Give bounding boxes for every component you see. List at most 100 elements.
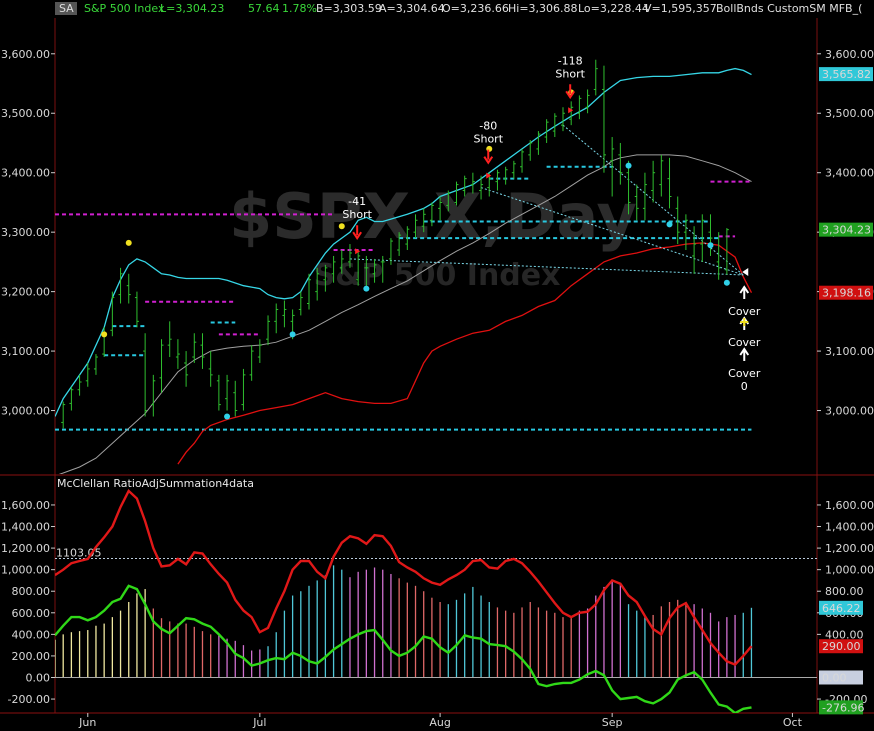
indicator-tick-label-right: 1,000.00 bbox=[825, 564, 874, 577]
cover-value-label: 0 bbox=[741, 380, 748, 393]
price-bar bbox=[257, 339, 262, 363]
indicator-tick-label-left: 1,000.00 bbox=[1, 564, 50, 577]
open-price: O=3,236.66 bbox=[442, 2, 509, 15]
price-bar bbox=[667, 157, 672, 209]
price-bar bbox=[69, 386, 74, 411]
cyan-dot-marker bbox=[625, 162, 632, 169]
cover-label: Cover bbox=[728, 336, 761, 349]
ask-price: A=3,304.64 bbox=[379, 2, 445, 15]
indicator-tick-label-left: 400.00 bbox=[12, 628, 51, 641]
price-bar bbox=[593, 59, 598, 96]
price-bar bbox=[511, 160, 516, 179]
indicator-pane[interactable]: 1103.05 bbox=[55, 488, 817, 713]
cover-arrow-icon bbox=[739, 347, 750, 361]
price-tick-label-right: 3,000.00 bbox=[825, 405, 874, 418]
price-bar bbox=[585, 89, 590, 114]
indicator-tick-label-left: 1,200.00 bbox=[1, 542, 50, 555]
cyan-dot-marker bbox=[363, 285, 370, 292]
time-tick-label: Sep bbox=[602, 716, 623, 729]
chart-canvas[interactable]: SA S&P 500 Index L=3,304.23 57.64 1.78% … bbox=[0, 0, 874, 731]
price-tick-label-left: 3,600.00 bbox=[1, 48, 50, 61]
price-bar bbox=[266, 315, 271, 346]
price-bar bbox=[85, 362, 90, 387]
cover-label: Cover bbox=[728, 305, 761, 318]
symbol-badge[interactable]: SA bbox=[59, 2, 74, 15]
price-bar bbox=[536, 131, 541, 155]
price-bar bbox=[642, 172, 647, 221]
time-tick-label: Oct bbox=[783, 716, 803, 729]
price-bar bbox=[520, 148, 525, 173]
price-bar bbox=[675, 196, 680, 245]
indicator-axis: 0.00 200.00 400.00 600.00 800.00 1,000.00 1,20… bbox=[1, 499, 874, 715]
yellow-dot-marker bbox=[338, 223, 345, 230]
signal-value-label: -118 bbox=[558, 54, 583, 67]
price-bar bbox=[651, 160, 656, 203]
price-bar bbox=[274, 303, 279, 334]
signal-value-label: -80 bbox=[479, 120, 497, 133]
cyan-dot-marker bbox=[224, 413, 231, 420]
indicator-tick-label-left: 0.00 bbox=[26, 671, 51, 684]
price-bar bbox=[708, 214, 713, 256]
signal-value-label: -41 bbox=[348, 195, 366, 208]
price-tick-label-left: 3,200.00 bbox=[1, 286, 50, 299]
net-change: 57.64 bbox=[248, 2, 280, 15]
signal-type-label: Short bbox=[342, 208, 372, 221]
price-bar bbox=[618, 142, 623, 185]
price-bar bbox=[110, 291, 115, 337]
price-bar bbox=[659, 154, 664, 197]
price-tick-label-left: 3,500.00 bbox=[1, 107, 50, 120]
indicator-axis-value-label: 646.22 bbox=[822, 602, 861, 615]
price-tick-label-left: 3,100.00 bbox=[1, 345, 50, 358]
pct-change: 1.78% bbox=[282, 2, 317, 15]
price-tick-label-right: 3,600.00 bbox=[825, 48, 874, 61]
study-list[interactable]: BollBnds CustomSM MFB_( bbox=[716, 2, 862, 15]
volume: V=1,595,357 bbox=[644, 2, 717, 15]
summation-green-line bbox=[55, 584, 752, 713]
price-axis-value-label: 3,198.16 bbox=[822, 287, 871, 300]
signal-type-label: Short bbox=[473, 133, 503, 146]
indicator-tick-label-right: 800.00 bbox=[825, 585, 864, 598]
summation-red-line bbox=[55, 488, 753, 667]
low-price: Lo=3,228.44 bbox=[578, 2, 649, 15]
watermark-name: S&P 500 Index bbox=[314, 258, 561, 293]
indicator-tick-label-left: 800.00 bbox=[12, 585, 51, 598]
price-axis-value-label: 3,304.23 bbox=[822, 224, 871, 237]
high-price: Hi=3,306.88 bbox=[508, 2, 578, 15]
price-bar bbox=[216, 374, 221, 411]
price-bar bbox=[561, 107, 565, 132]
cover-arrow-icon bbox=[739, 285, 750, 299]
indicator-tick-label-right: 1,400.00 bbox=[825, 521, 874, 534]
time-tick-label: Jul bbox=[252, 716, 266, 729]
price-bar bbox=[192, 333, 197, 363]
price-bar bbox=[233, 380, 238, 417]
time-axis: Jun Jul Aug Sep Oct bbox=[78, 713, 803, 729]
time-tick-label: Aug bbox=[429, 716, 450, 729]
price-bar bbox=[249, 345, 254, 381]
indicator-tick-label-left: -200.00 bbox=[8, 693, 50, 706]
yellow-dot-marker bbox=[125, 239, 132, 246]
price-bar bbox=[528, 140, 533, 161]
price-bar bbox=[134, 291, 139, 328]
indicator-tick-label-right: 1,200.00 bbox=[825, 542, 874, 555]
price-bar bbox=[208, 351, 213, 387]
price-tick-label-left: 3,300.00 bbox=[1, 226, 50, 239]
yellow-dot-marker bbox=[101, 331, 108, 338]
cyan-dot-marker bbox=[289, 331, 296, 338]
price-tick-label-right: 3,100.00 bbox=[825, 345, 874, 358]
bid-price: B=3,303.59 bbox=[316, 2, 382, 15]
cyan-dot-marker bbox=[723, 279, 730, 286]
indicator-axis-value-label: 0.00 bbox=[822, 671, 847, 684]
price-tick-label-right: 3,400.00 bbox=[825, 167, 874, 180]
price-bar bbox=[225, 374, 230, 411]
watermark-symbol: $SPX.X,Day bbox=[229, 180, 637, 253]
short-arrow-icon bbox=[483, 149, 494, 165]
last-price: L=3,304.23 bbox=[160, 2, 224, 15]
indicator-tick-label-left: 1,600.00 bbox=[1, 499, 50, 512]
cover-cross-icon bbox=[740, 318, 749, 326]
price-bar bbox=[175, 339, 180, 369]
price-bar bbox=[601, 65, 606, 173]
indicator-tick-label-left: 1,400.00 bbox=[1, 521, 50, 534]
indicator-tick-label-left: 600.00 bbox=[12, 607, 51, 620]
price-bar bbox=[93, 354, 98, 375]
cover-label: Cover bbox=[728, 367, 761, 380]
